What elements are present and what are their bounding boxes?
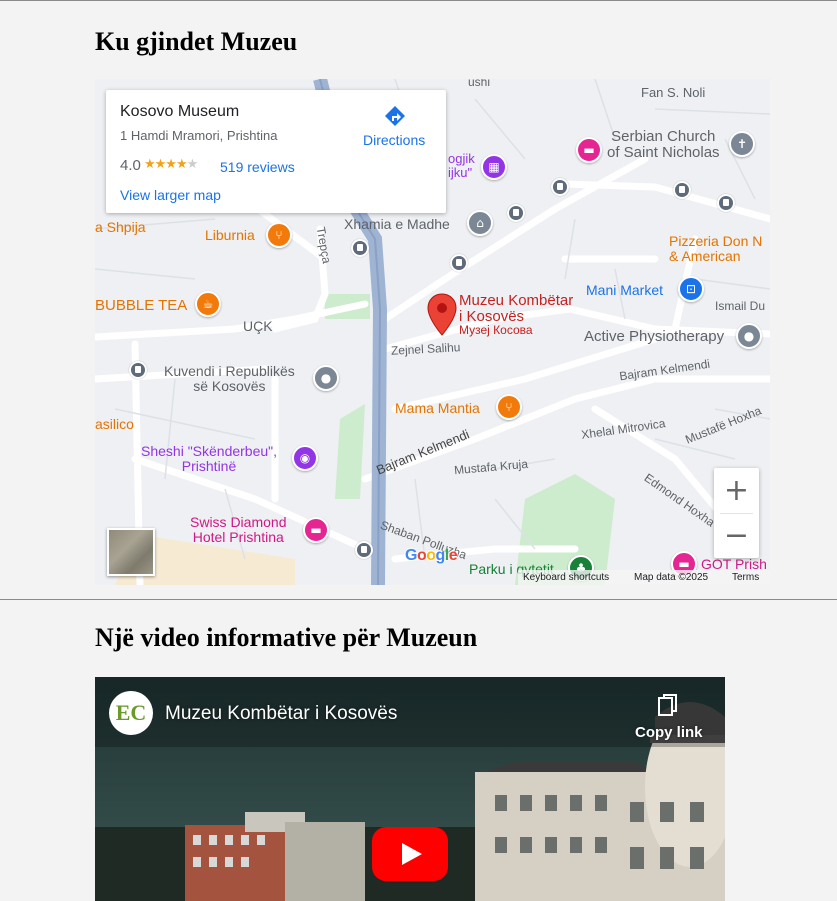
bus-stop-icon[interactable]	[450, 254, 468, 272]
bus-stop-icon[interactable]	[355, 541, 373, 559]
embedded-video-player[interactable]: EC Muzeu Kombëtar i Kosovës Copy link	[95, 677, 725, 901]
rating-stars: ★★★★★	[144, 156, 198, 171]
camera-icon[interactable]: ◉	[292, 445, 318, 471]
street-uck: UÇK	[243, 318, 273, 334]
mosque-icon[interactable]: ⌂	[467, 210, 493, 236]
map-section-title: Ku gjindet Muzeu	[95, 27, 298, 56]
place-mani-market: Mani Market	[586, 282, 664, 298]
place-name: Kosovo Museum	[120, 103, 240, 120]
view-larger-map-link[interactable]: View larger map	[120, 187, 221, 203]
place-swiss-diamond: Swiss Diamond Hotel Prishtina	[190, 514, 287, 545]
google-logo: Google	[405, 547, 458, 564]
keyboard-shortcuts-link[interactable]: Keyboard shortcuts	[523, 572, 609, 583]
restaurant-icon[interactable]: ⑂	[496, 394, 522, 420]
zoom-in-button[interactable]: +	[714, 468, 759, 513]
bus-stop-icon[interactable]	[351, 239, 369, 257]
street-ismail: Ismail Du	[715, 299, 766, 313]
zoom-controls: + −	[714, 468, 759, 558]
play-button[interactable]	[372, 827, 448, 881]
museum-icon[interactable]: ▦	[481, 154, 507, 180]
bus-stop-icon[interactable]	[717, 194, 735, 212]
copy-link-icon[interactable]	[657, 693, 679, 717]
top-divider	[0, 0, 837, 1]
place-mama-mantia: Mama Mantia	[395, 400, 480, 416]
embedded-map[interactable]: Fan S. Noli ushi Serbian Church of Saint…	[95, 79, 770, 585]
place-info-card: Kosovo Museum 1 Hamdi Mramori, Prishtina…	[106, 90, 446, 213]
place-active-physio: Active Physiotherapy	[584, 328, 725, 345]
place-rating: 4.0	[120, 157, 141, 174]
government-marker-icon[interactable]: ●	[313, 365, 339, 391]
place-shpija: a Shpija	[95, 219, 146, 235]
satellite-toggle-button[interactable]	[107, 528, 155, 576]
place-liburnia: Liburnia	[205, 227, 255, 243]
place-pedagogik: ogjik ijku"	[448, 151, 475, 180]
map-data-label: Map data ©2025	[634, 572, 709, 583]
bus-stop-icon[interactable]	[551, 178, 569, 196]
place-xhamia: Xhamia e Madhe	[344, 216, 450, 232]
museum-label: Muzeu Kombëtar i Kosovës	[459, 292, 574, 325]
place-serbian-church: Serbian Church of Saint Nicholas	[607, 128, 720, 161]
video-section-title: Një video informative për Muzeun	[95, 623, 478, 652]
place-address: 1 Hamdi Mramori, Prishtina	[120, 128, 278, 143]
street-ushi: ushi	[468, 79, 491, 89]
shopping-icon[interactable]: ⊡	[678, 276, 704, 302]
map-footer: Keyboard shortcuts Map data ©2025 Terms	[518, 570, 770, 585]
reviews-link[interactable]: 519 reviews	[220, 159, 295, 175]
bus-stop-icon[interactable]	[129, 361, 147, 379]
bus-stop-icon[interactable]	[673, 181, 691, 199]
restaurant-icon[interactable]: ⑂	[266, 222, 292, 248]
place-skenderbeu: Sheshi "Skënderbeu", Prishtinë	[141, 443, 278, 474]
place-kuvendi: Kuvendi i Republikës së Kosovës	[164, 363, 295, 394]
video-title[interactable]: Muzeu Kombëtar i Kosovës	[165, 703, 397, 725]
hotel-icon[interactable]: ▬	[303, 517, 329, 543]
zoom-separator	[720, 513, 753, 514]
cafe-icon[interactable]: ☕	[195, 291, 221, 317]
museum-location-pin-icon[interactable]	[427, 293, 457, 337]
directions-icon[interactable]	[384, 105, 406, 127]
street-fan-noli: Fan S. Noli	[641, 85, 706, 100]
church-icon[interactable]: ✝	[729, 131, 755, 157]
place-basilico: asilico	[95, 416, 134, 432]
place-marker-icon[interactable]: ●	[736, 323, 762, 349]
directions-link[interactable]: Directions	[363, 132, 425, 148]
channel-logo[interactable]: EC	[109, 691, 153, 735]
zoom-out-button[interactable]: −	[714, 513, 759, 558]
copy-link-button[interactable]: Copy link	[635, 724, 703, 741]
hotel-icon[interactable]: ▬	[576, 137, 602, 163]
place-bubble-tea: BUBBLE TEA	[95, 297, 188, 314]
place-pizzeria: Pizzeria Don N & American	[669, 233, 763, 264]
section-divider	[0, 599, 837, 600]
museum-label-cyrillic: Музеј Косова	[459, 323, 533, 337]
terms-link[interactable]: Terms	[732, 572, 759, 583]
bus-stop-icon[interactable]	[507, 204, 525, 222]
